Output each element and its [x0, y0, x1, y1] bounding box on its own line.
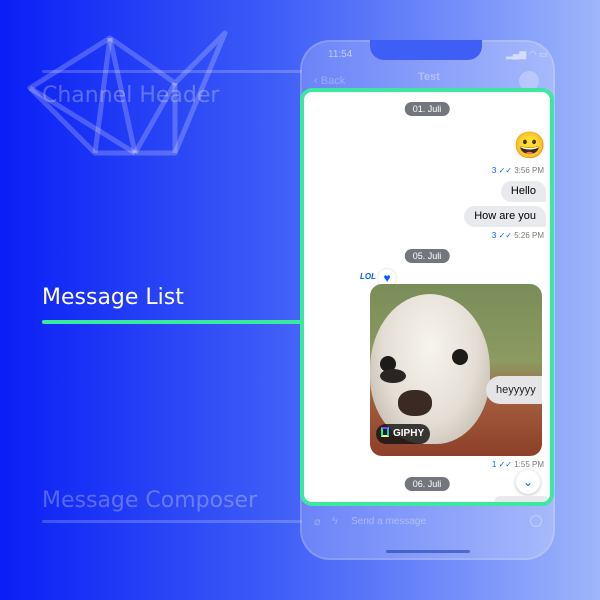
message-list-connector-line: [42, 320, 302, 324]
channel-header-line: [42, 70, 302, 73]
channel-header-label: Channel Header: [42, 83, 220, 108]
gif-caption-bubble: heyyyyy: [486, 376, 542, 404]
message-time: 3:56 PM: [514, 166, 544, 175]
scroll-to-bottom-button[interactable]: ⌄: [516, 470, 540, 494]
partial-message-bubble: [494, 496, 550, 502]
channel-title: Test: [418, 71, 440, 83]
back-button[interactable]: ‹ Back: [314, 75, 345, 87]
date-separator: 01. Juli: [404, 102, 450, 116]
status-time: 11:54: [328, 49, 353, 60]
commands-icon[interactable]: ϟ: [332, 515, 338, 527]
double-check-icon: ✓✓: [498, 231, 512, 240]
giphy-logo-icon: [381, 427, 389, 437]
date-separator: 06. Juli: [404, 477, 450, 491]
message-composer-label: Message Composer: [42, 488, 258, 513]
llama-image: [370, 294, 490, 444]
message-list-label: Message List: [42, 285, 184, 310]
read-count: 1: [491, 460, 497, 469]
llama-nose: [380, 369, 406, 383]
message-meta: 3 ✓✓ 3:56 PM: [492, 166, 544, 175]
send-icon[interactable]: [530, 515, 542, 527]
back-label: Back: [320, 75, 346, 87]
message-composer-line: [42, 520, 302, 523]
status-icons: ▂▄▆ ◠ ▭: [506, 49, 548, 59]
double-check-icon: ✓✓: [498, 166, 512, 175]
message-time: 1:55 PM: [514, 460, 544, 469]
lol-reaction-icon[interactable]: LOL: [360, 272, 376, 281]
read-count: 3: [491, 231, 497, 240]
llama-eye: [452, 349, 468, 365]
date-separator: 05. Juli: [404, 249, 450, 263]
message-time: 5:26 PM: [514, 231, 544, 240]
double-check-icon: ✓✓: [498, 460, 512, 469]
message-bubble[interactable]: How are you: [464, 206, 546, 227]
phone-notch: [370, 40, 482, 60]
giphy-label: GIPHY: [393, 428, 425, 439]
attachment-icon[interactable]: ⌀: [314, 515, 321, 528]
message-list[interactable]: 01. Juli 😀 3 ✓✓ 3:56 PM Hello How are yo…: [300, 88, 554, 506]
llama-mouth: [398, 390, 432, 416]
read-count: 3: [491, 166, 497, 175]
chevron-down-icon: ⌄: [522, 475, 534, 489]
message-meta: 1 ✓✓ 1:55 PM: [492, 460, 544, 469]
home-indicator: [386, 550, 470, 553]
message-bubble[interactable]: Hello: [500, 181, 546, 202]
giphy-attachment[interactable]: heyyyyy GIPHY: [370, 284, 542, 456]
emoji-message[interactable]: 😀: [514, 130, 546, 160]
giphy-badge: GIPHY: [376, 424, 431, 444]
message-meta: 3 ✓✓ 5:26 PM: [492, 231, 544, 240]
message-input[interactable]: Send a message: [351, 516, 426, 527]
